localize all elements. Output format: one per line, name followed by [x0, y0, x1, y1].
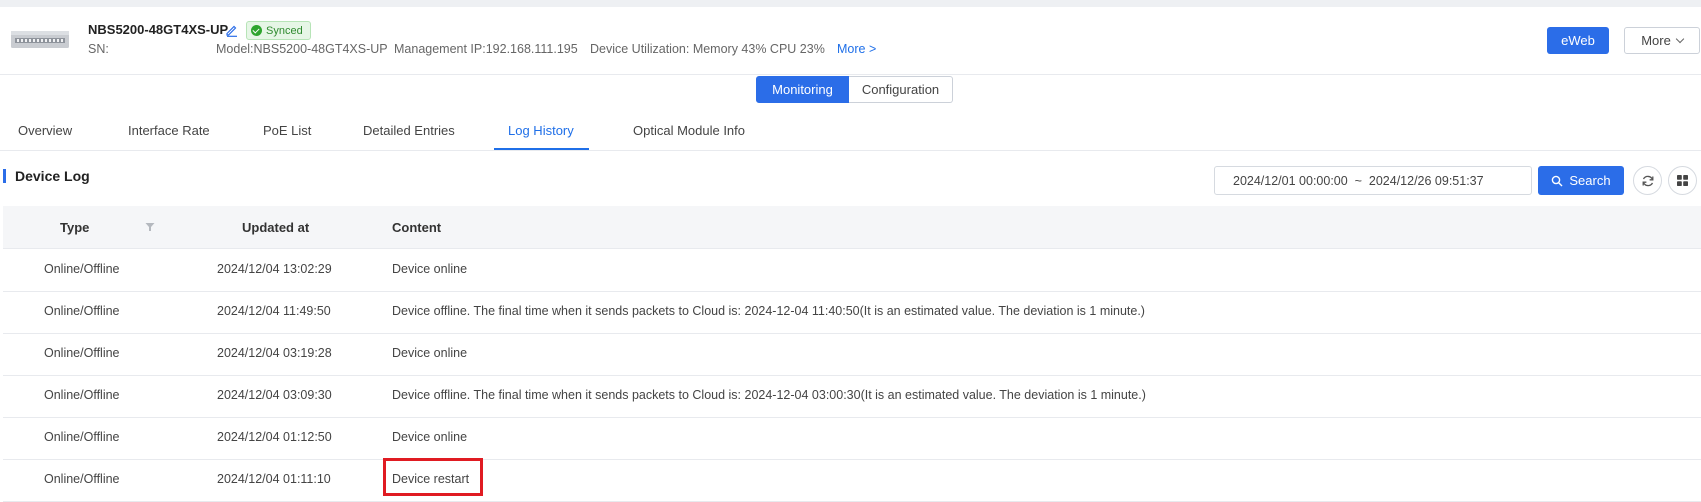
tab-optical-module-info[interactable]: Optical Module Info — [633, 123, 745, 138]
cell-type: Online/Offline — [44, 262, 120, 276]
top-strip — [0, 0, 1701, 7]
cell-updated-at: 2024/12/04 03:19:28 — [217, 346, 332, 360]
configuration-toggle[interactable]: Configuration — [849, 76, 953, 103]
switch-device-icon — [11, 31, 69, 48]
cell-type: Online/Offline — [44, 346, 120, 360]
date-range-picker[interactable]: 2024/12/01 00:00:00 ~ 2024/12/26 09:51:3… — [1214, 166, 1532, 195]
search-button[interactable]: Search — [1538, 166, 1624, 195]
cell-type: Online/Offline — [44, 388, 120, 402]
status-badge-label: Synced — [266, 24, 303, 37]
refresh-button[interactable] — [1633, 166, 1662, 195]
search-icon — [1552, 175, 1563, 186]
refresh-icon — [1642, 175, 1653, 186]
cell-updated-at: 2024/12/04 01:11:10 — [217, 472, 331, 486]
monitoring-toggle[interactable]: Monitoring — [756, 76, 849, 103]
tab-log-history[interactable]: Log History — [508, 123, 574, 138]
tab-overview[interactable]: Overview — [18, 123, 72, 138]
cell-type: Online/Offline — [44, 304, 120, 318]
grid-icon — [1677, 175, 1688, 186]
cell-content: Device online — [392, 346, 468, 360]
search-button-label: Search — [1569, 173, 1611, 188]
tab-interface-rate[interactable]: Interface Rate — [128, 123, 210, 138]
cell-updated-at: 2024/12/04 13:02:29 — [217, 262, 332, 276]
cell-updated-at: 2024/12/04 03:09:30 — [217, 388, 332, 402]
eweb-button[interactable]: eWeb — [1547, 27, 1609, 54]
tab-poe-list[interactable]: PoE List — [263, 123, 311, 138]
column-header-content: Content — [392, 220, 442, 235]
filter-icon[interactable] — [145, 222, 155, 232]
column-header-updated-at: Updated at — [242, 220, 310, 235]
check-circle-icon — [251, 25, 262, 36]
cell-updated-at: 2024/12/04 11:49:50 — [217, 304, 331, 318]
device-name: NBS5200-48GT4XS-UP — [88, 22, 229, 37]
tab-detailed-entries[interactable]: Detailed Entries — [363, 123, 455, 138]
cell-updated-at: 2024/12/04 01:12:50 — [217, 430, 332, 444]
more-info-link[interactable]: More > — [837, 42, 876, 56]
more-dropdown-button[interactable]: More — [1624, 27, 1700, 54]
section-accent-bar — [3, 169, 6, 183]
column-header-type: Type — [60, 220, 90, 235]
cell-type: Online/Offline — [44, 472, 120, 486]
header-divider — [0, 74, 1701, 75]
view-layout-button[interactable] — [1668, 166, 1697, 195]
more-dropdown-label: More — [1641, 33, 1671, 48]
section-title: Device Log — [15, 168, 90, 184]
mode-toggle: Monitoring Configuration — [756, 76, 953, 103]
device-model: Model:NBS5200-48GT4XS-UP — [216, 42, 388, 56]
chevron-down-icon — [1675, 34, 1685, 44]
device-sn: SN: — [88, 42, 109, 56]
highlight-annotation-box — [383, 458, 483, 496]
cell-content: Device online — [392, 430, 468, 444]
cell-content: Device offline. The final time when it s… — [392, 304, 1145, 318]
cell-content: Device online — [392, 262, 468, 276]
cell-content: Device offline. The final time when it s… — [392, 388, 1146, 402]
device-utilization: Device Utilization: Memory 43% CPU 23% — [590, 42, 825, 56]
edit-icon[interactable] — [225, 23, 239, 37]
status-badge: Synced — [246, 21, 311, 40]
tabs-divider — [0, 150, 1701, 151]
cell-type: Online/Offline — [44, 430, 120, 444]
device-management-ip: Management IP:192.168.111.195 — [394, 42, 578, 56]
